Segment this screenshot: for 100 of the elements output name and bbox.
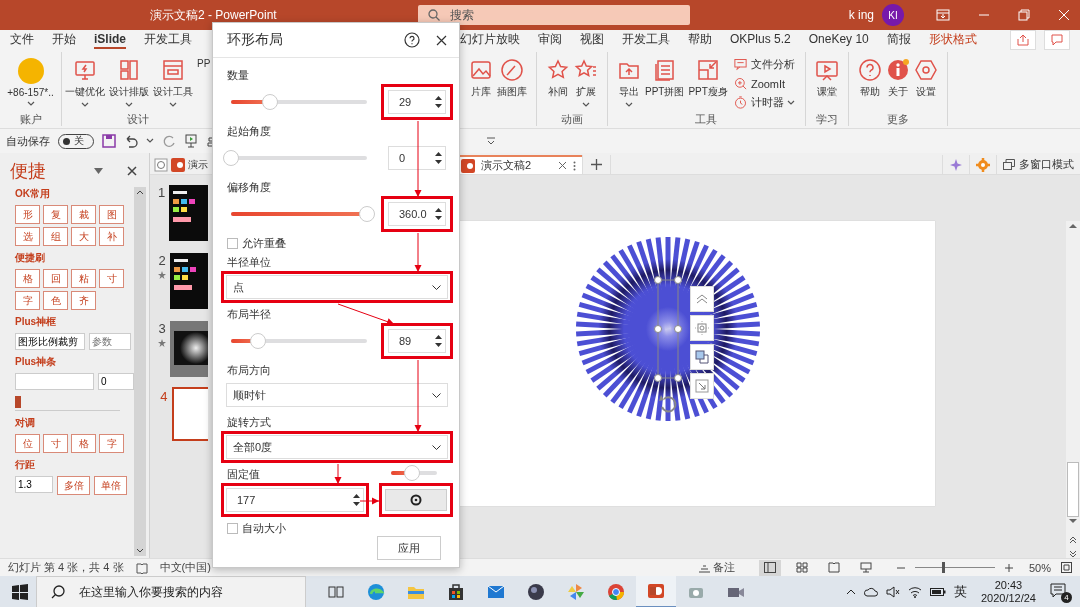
- scrollbar-thumb[interactable]: [1067, 462, 1079, 517]
- ribbon-tab[interactable]: OneKey 10: [808, 31, 869, 49]
- ribbon-tab[interactable]: 开发工具: [144, 29, 192, 51]
- tool-button[interactable]: 位: [15, 434, 40, 453]
- search-field[interactable]: 在这里输入你要搜索的内容: [36, 576, 306, 607]
- ribbon-button[interactable]: 帮助: [856, 56, 883, 101]
- view-button[interactable]: [758, 559, 781, 576]
- close-icon[interactable]: [127, 166, 137, 176]
- tool-button[interactable]: 组: [43, 227, 68, 246]
- tool-button[interactable]: 裁: [71, 205, 96, 224]
- presentation-icon[interactable]: [184, 134, 198, 148]
- slider-thumb[interactable]: [359, 206, 375, 222]
- input-method[interactable]: 英: [953, 583, 967, 601]
- zoom-in-icon[interactable]: [1004, 563, 1013, 572]
- ribbon-tab[interactable]: 审阅: [538, 29, 562, 51]
- tool-button[interactable]: 格: [71, 434, 96, 453]
- redo-icon[interactable]: [162, 134, 176, 148]
- input-field[interactable]: 0: [98, 373, 134, 390]
- previous-slide-icon[interactable]: [1069, 536, 1077, 544]
- tool-button[interactable]: 形: [15, 205, 40, 224]
- ribbon-button[interactable]: 设计工具: [152, 56, 194, 110]
- input-field[interactable]: 1.3: [15, 476, 53, 493]
- ribbon-button[interactable]: 设置: [912, 56, 939, 101]
- ribbon-button[interactable]: PP: [196, 56, 212, 71]
- number-field[interactable]: 0: [388, 146, 446, 170]
- ribbon-tab[interactable]: OKPlus 5.2: [730, 31, 791, 49]
- restore-icon[interactable]: [1018, 9, 1030, 21]
- save-icon[interactable]: [102, 134, 116, 148]
- ribbon-button[interactable]: ZoomIt: [730, 75, 797, 92]
- ribbon-button[interactable]: 导出: [616, 56, 642, 110]
- number-field[interactable]: 177: [226, 488, 364, 512]
- dropdown[interactable]: 全部0度: [226, 435, 448, 459]
- tool-button[interactable]: 复: [43, 205, 68, 224]
- start-icon[interactable]: [12, 584, 28, 600]
- number-field[interactable]: 29: [388, 90, 446, 114]
- ribbon-button[interactable]: 关于: [884, 56, 911, 101]
- apply-button[interactable]: 应用: [377, 536, 441, 560]
- ribbon-button[interactable]: PPT拼图: [644, 56, 686, 101]
- slider-thumb[interactable]: [250, 333, 267, 349]
- close-icon[interactable]: [558, 161, 567, 170]
- slider-thumb[interactable]: [941, 562, 945, 573]
- account-button[interactable]: +86-157*..: [6, 56, 55, 109]
- help-icon[interactable]: [404, 32, 420, 48]
- tool-button[interactable]: 字: [99, 434, 124, 453]
- ribbon-tab[interactable]: 简报: [886, 29, 911, 51]
- rotate-button[interactable]: [385, 489, 447, 511]
- undo-icon[interactable]: [124, 134, 138, 148]
- ribbon-tab[interactable]: 开始: [52, 29, 76, 51]
- tool-button[interactable]: 字: [15, 291, 40, 310]
- slider-thumb[interactable]: [15, 396, 21, 408]
- tool-button[interactable]: 选: [15, 227, 40, 246]
- rotate-handle-icon[interactable]: [659, 395, 677, 413]
- tool-button[interactable]: 多倍: [57, 476, 90, 495]
- tool-button[interactable]: 大: [71, 227, 96, 246]
- ribbon-button[interactable]: 一键优化: [64, 56, 106, 110]
- checkbox[interactable]: [227, 523, 238, 534]
- close-icon[interactable]: [436, 34, 447, 46]
- customize-icon[interactable]: [486, 136, 496, 146]
- ribbon-button[interactable]: 片库: [468, 56, 494, 101]
- ribbon-button[interactable]: 文件分析: [730, 56, 797, 73]
- next-slide-icon[interactable]: [1069, 550, 1077, 558]
- ribbon-button[interactable]: 设计排版: [108, 56, 150, 110]
- tool-button[interactable]: 单倍: [94, 476, 127, 495]
- fit-to-window-icon[interactable]: [1061, 562, 1072, 573]
- ribbon-button[interactable]: 扩展: [573, 56, 599, 110]
- sparkle-icon[interactable]: [949, 157, 963, 172]
- layout-button[interactable]: [690, 286, 714, 312]
- ribbon-tab[interactable]: iSlide: [94, 31, 126, 49]
- more-icon[interactable]: [573, 160, 576, 171]
- battery-icon[interactable]: [929, 587, 946, 597]
- dropdown-icon[interactable]: [94, 168, 103, 174]
- tool-button[interactable]: 粘: [71, 269, 96, 288]
- tool-button[interactable]: 回: [43, 269, 68, 288]
- clock[interactable]: 20:43 2020/12/24: [980, 579, 1036, 605]
- ribbon-button[interactable]: PPT瘦身: [687, 56, 729, 101]
- ribbon-button[interactable]: 插图库: [496, 56, 528, 101]
- dropdown[interactable]: 点: [226, 275, 448, 299]
- multi-window-button[interactable]: 多窗口模式: [996, 155, 1080, 174]
- chevron-up-icon[interactable]: [845, 589, 856, 595]
- slide-thumbnail[interactable]: [170, 321, 208, 377]
- ribbon-button[interactable]: 补间: [545, 56, 571, 101]
- ribbon-button[interactable]: 计时器: [730, 94, 797, 111]
- selection-handles[interactable]: [654, 276, 682, 382]
- slider-thumb[interactable]: [262, 94, 279, 110]
- ribbon-tab[interactable]: 视图: [580, 29, 604, 51]
- input-field[interactable]: 图形比例裁剪: [15, 333, 85, 350]
- ribbon-display-icon[interactable]: [936, 9, 950, 21]
- slider-thumb[interactable]: [403, 465, 420, 481]
- slider-thumb[interactable]: [223, 150, 239, 166]
- cloud-icon[interactable]: [863, 587, 878, 597]
- zoom-slider[interactable]: [914, 562, 995, 573]
- speaker-muted-icon[interactable]: [885, 586, 900, 598]
- ribbon-tab[interactable]: 文件: [10, 29, 34, 51]
- tool-button[interactable]: 色: [43, 291, 68, 310]
- number-field[interactable]: 89: [388, 329, 446, 353]
- tool-button[interactable]: 寸: [43, 434, 68, 453]
- new-tab-icon[interactable]: [591, 159, 602, 170]
- input-field[interactable]: 参数: [89, 333, 131, 350]
- notes-button[interactable]: 备注: [698, 560, 735, 575]
- ribbon-button[interactable]: 课堂: [813, 56, 840, 101]
